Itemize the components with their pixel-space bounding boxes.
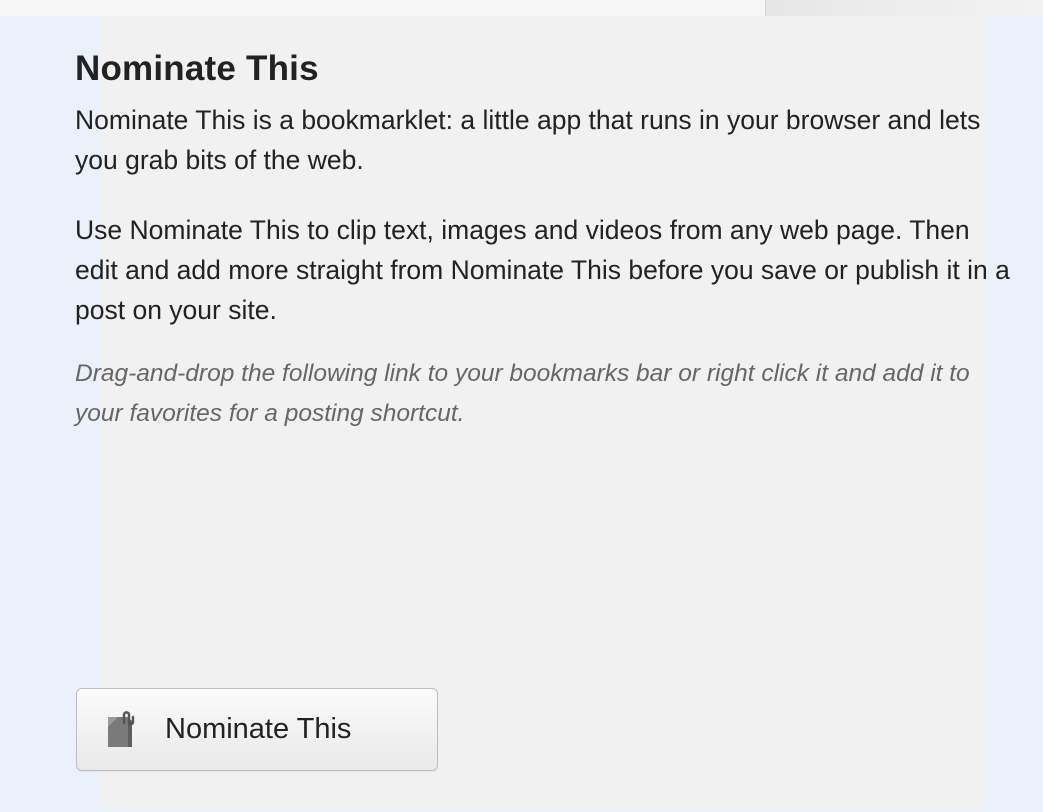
usage-paragraph: Use Nominate This to clip text, images a…: [75, 215, 1010, 325]
page-background-bottom: [0, 808, 1043, 812]
tool-box-title: Nominate This: [75, 49, 319, 88]
top-strip-panel: [765, 0, 1043, 16]
nominate-this-button-label: Nominate This: [165, 713, 352, 745]
nominate-this-bookmarklet-button[interactable]: Nominate This: [76, 688, 438, 771]
nominate-this-icon: [106, 710, 144, 750]
description-paragraph: Nominate This is a bookmarklet: a little…: [75, 105, 981, 175]
drag-instruction-note: Drag-and-drop the following link to your…: [75, 360, 970, 427]
tool-box-content: Nominate This Nominate This is a bookmar…: [75, 42, 1010, 434]
